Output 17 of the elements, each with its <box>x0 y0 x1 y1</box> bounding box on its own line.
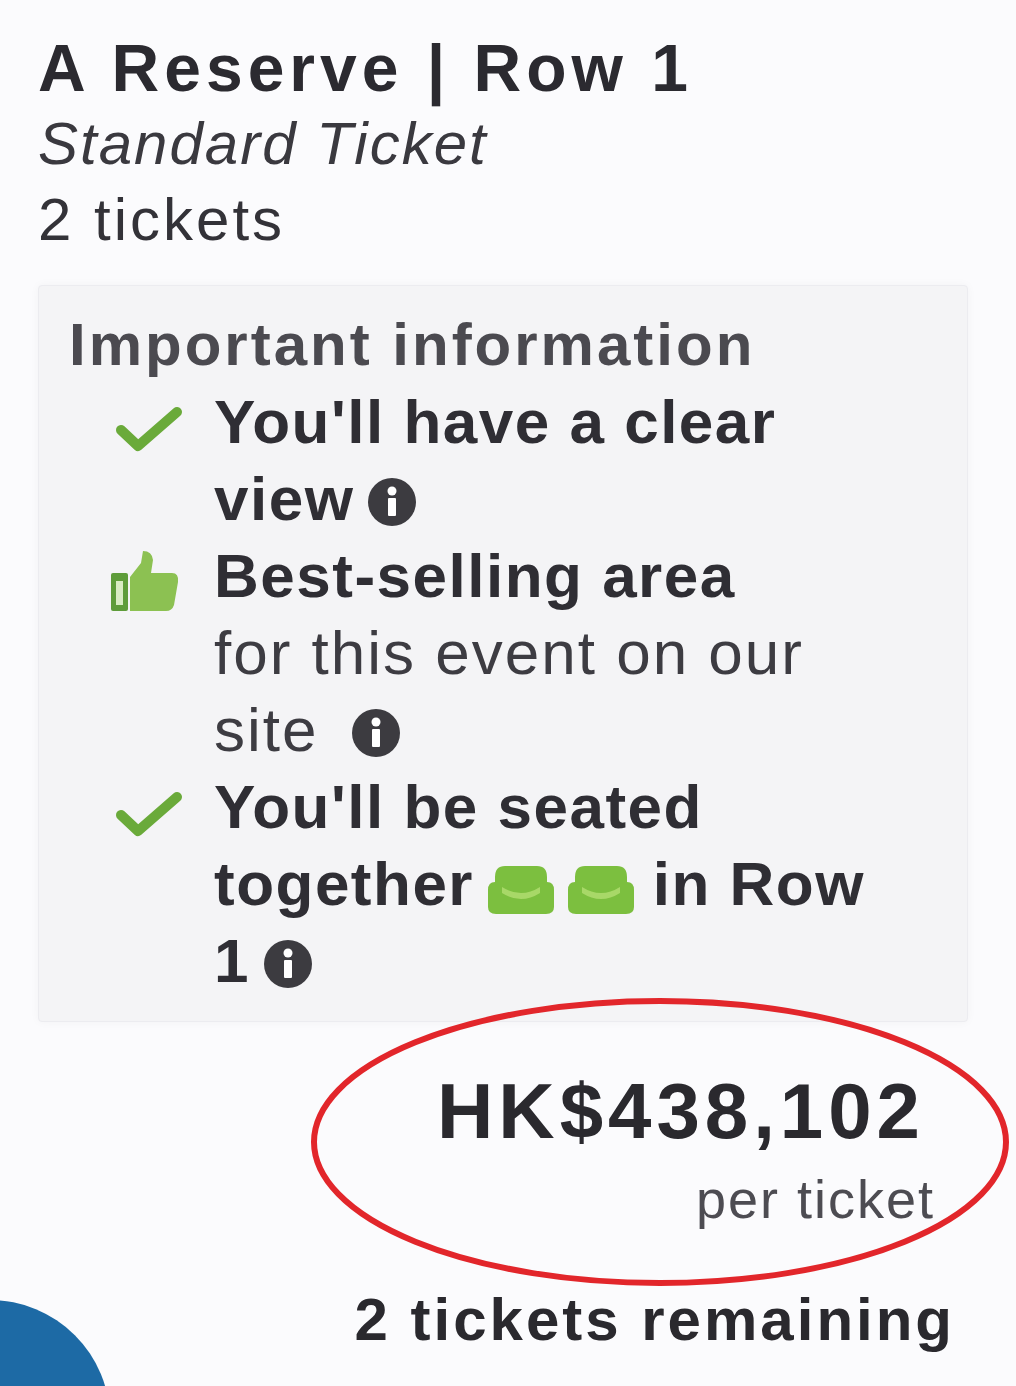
listing-title: A Reserve | Row 1 <box>38 30 694 106</box>
check-icon <box>116 406 182 452</box>
price-amount: HK$438,102 <box>437 1066 925 1156</box>
check-icon <box>116 791 182 837</box>
info-icon[interactable] <box>352 709 401 757</box>
info-icon[interactable] <box>264 940 312 988</box>
tickets-remaining: 2 tickets remaining <box>354 1285 955 1355</box>
feature-text: Best-selling area <box>214 540 736 612</box>
feature-text: You'll be seated together in Row 1 <box>214 771 866 997</box>
panel-heading: Important information <box>69 310 757 380</box>
feature-text: You'll have a clear view <box>214 386 778 535</box>
price-unit: per ticket <box>695 1168 935 1231</box>
ticket-type: Standard Ticket <box>38 109 489 179</box>
feature-note: for this event on our site <box>214 617 805 766</box>
thumbs-up-icon <box>111 551 179 611</box>
info-icon[interactable] <box>368 478 417 526</box>
ticket-quantity: 2 tickets <box>38 185 287 255</box>
